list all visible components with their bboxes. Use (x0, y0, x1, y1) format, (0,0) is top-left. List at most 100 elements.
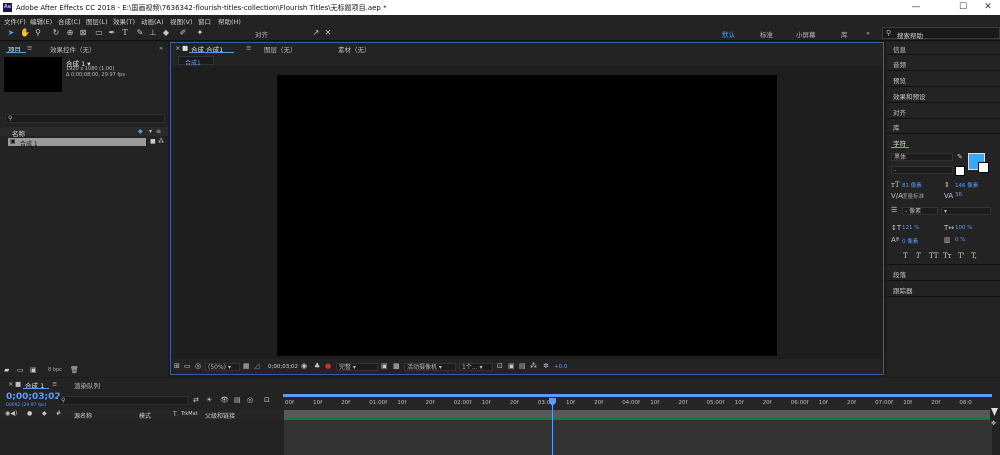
brush-tool-icon[interactable]: ✎ (135, 28, 145, 38)
resolution-dropdown[interactable]: 完整 ▾ (336, 363, 378, 371)
project-item-row[interactable]: ▣ 合成 1 (8, 138, 146, 148)
always-preview-icon[interactable]: ⊞ (174, 362, 180, 370)
timeline-icon[interactable]: ▤ (519, 362, 526, 370)
timeline-timecode[interactable]: 0;00;03;02 (6, 392, 61, 402)
project-search-input[interactable]: ⚲ (5, 114, 165, 123)
zoom-tool-icon[interactable]: ⚲ (33, 28, 43, 38)
panel-info[interactable]: 信息 (893, 44, 906, 54)
timeline-close-icon[interactable]: × (8, 380, 13, 388)
views-dropdown[interactable]: 1个... ▾ (459, 363, 493, 371)
font-family-dropdown[interactable]: 黑体 (891, 153, 953, 161)
graph-editor-icon[interactable]: ⊡ (264, 396, 270, 404)
timeline-search-input[interactable]: ⚲ (58, 396, 188, 405)
subscript-button[interactable]: T, (971, 252, 977, 260)
search-help-input[interactable]: ⚲ 搜索帮助 (882, 27, 1000, 40)
timeline-menu-icon[interactable]: ≡ (52, 380, 57, 388)
label-column-icon[interactable]: ◆ (138, 128, 143, 135)
eyedropper-icon[interactable]: ✎ (957, 153, 963, 161)
panel-libraries[interactable]: 库 (893, 122, 900, 132)
interpret-footage-icon[interactable]: ▰ (4, 366, 9, 374)
vertical-scale-value[interactable]: 121 % (902, 225, 919, 231)
comp-breadcrumb[interactable]: 合成1 (178, 56, 214, 67)
column-trkmat[interactable]: TrkMat (181, 411, 198, 417)
rotate-tool-icon[interactable]: ↻ (51, 28, 61, 38)
panel-effects-presets[interactable]: 效果和预设 (893, 91, 926, 101)
comp-timecode[interactable]: 0;00;03;02 (268, 364, 298, 370)
horizontal-scale-value[interactable]: 100 % (955, 225, 972, 231)
workspace-standard[interactable]: 标准 (760, 29, 773, 39)
transparency-grid-icon[interactable]: ▩ (393, 362, 400, 370)
tab-footage[interactable]: 素材（无） (338, 44, 371, 54)
panel-tracker[interactable]: 跟踪器 (893, 285, 913, 295)
tab-render-queue[interactable]: 渲染队列 (74, 380, 100, 390)
timeline-tracks-area[interactable] (284, 420, 992, 455)
composition-lock-icon[interactable]: ■ (182, 44, 188, 52)
shy-layers-icon[interactable]: 👁 (220, 396, 229, 404)
rectangle-tool-icon[interactable]: ▭ (94, 28, 104, 38)
exposure-icon[interactable]: ✲ (543, 362, 549, 370)
frame-blending-icon[interactable]: ▤ (234, 396, 241, 404)
mask-visibility-icon[interactable]: ◿ (254, 362, 259, 370)
stroke-width-field[interactable]: - 像素 (902, 207, 938, 215)
leading-value[interactable]: 146 像素 (955, 181, 978, 189)
panel-preview[interactable]: 预览 (893, 75, 906, 85)
roto-brush-tool-icon[interactable]: ✐ (178, 28, 188, 38)
workspace-small-screen[interactable]: 小屏幕 (796, 29, 816, 39)
pen-tool-icon[interactable]: ✒ (107, 28, 117, 38)
workspace-library[interactable]: 库 (841, 29, 848, 39)
column-parent-link[interactable]: 父级和链接 (205, 411, 235, 420)
maximize-button[interactable]: ☐ (951, 1, 975, 14)
draft-3d-icon[interactable]: ☀ (206, 396, 212, 404)
work-area-bar[interactable] (283, 394, 992, 397)
puppet-tool-icon[interactable]: ✦ (195, 28, 205, 38)
snap-edge-icon[interactable]: ↗ (311, 28, 321, 38)
clone-stamp-tool-icon[interactable]: ⊥ (148, 28, 158, 38)
camera-dropdown[interactable]: 活动摄像机 ▾ (404, 363, 456, 371)
exposure-value[interactable]: +0.0 (554, 364, 567, 370)
fast-previews-icon[interactable]: ▣ (508, 362, 515, 370)
panel-paragraph[interactable]: 段落 (893, 269, 906, 279)
workspace-default[interactable]: 默认 (722, 29, 735, 39)
column-options-icon[interactable]: ▾ (149, 128, 152, 135)
superscript-button[interactable]: T' (958, 252, 965, 260)
faux-italic-button[interactable]: T (916, 252, 921, 260)
column-source-name[interactable]: 源名称 (74, 411, 92, 420)
no-stroke-swatch[interactable] (955, 166, 965, 176)
motion-blur-icon[interactable]: ◎ (247, 396, 253, 404)
flowchart-icon[interactable]: ⁂ (530, 362, 537, 370)
column-name[interactable]: 名称 (12, 128, 25, 138)
all-caps-button[interactable]: TT (929, 252, 938, 260)
selection-tool-icon[interactable]: ➤ (6, 28, 16, 38)
comp-mini-flowchart-icon[interactable]: ⇄ (193, 396, 199, 404)
minimize-button[interactable]: — (904, 1, 928, 14)
project-overflow-button[interactable]: » (159, 44, 163, 52)
workspace-overflow-button[interactable]: » (866, 29, 870, 37)
magnification-dropdown[interactable]: (50%) ▾ (205, 363, 240, 371)
comp-canvas[interactable] (277, 75, 777, 356)
monitor-icon[interactable]: ▭ (184, 362, 191, 370)
vr-icon[interactable]: ◎ (195, 362, 201, 370)
channel-icon[interactable]: ● (325, 362, 331, 370)
comp-panel-menu-icon[interactable]: ≡ (246, 44, 251, 52)
toggle-pixel-aspect-icon[interactable]: ⊡ (497, 362, 503, 370)
project-panel-menu-icon[interactable]: ≡ (27, 44, 32, 52)
eraser-tool-icon[interactable]: ◆ (161, 28, 171, 38)
close-button[interactable]: ✕ (976, 1, 1000, 14)
show-snapshot-icon[interactable]: ♣ (314, 362, 320, 370)
font-size-value[interactable]: 81 像素 (902, 181, 922, 189)
tracking-value[interactable]: 36 (955, 192, 962, 198)
pan-behind-tool-icon[interactable]: ⊠ (78, 28, 88, 38)
panel-audio[interactable]: 音频 (893, 59, 906, 69)
region-of-interest-icon[interactable]: ▣ (381, 362, 388, 370)
grid-icon[interactable]: ▦ (243, 362, 250, 370)
tab-effect-controls[interactable]: 效果控件（无） (50, 44, 96, 54)
bit-depth-button[interactable]: 8 bpc (48, 367, 62, 373)
kerning-value[interactable]: 度量标准 (902, 192, 924, 200)
column-t[interactable]: T (173, 411, 177, 418)
camera-tool-icon[interactable]: ⊕ (65, 28, 75, 38)
snapshot-icon[interactable]: ◉ (301, 362, 307, 370)
tab-layer[interactable]: 图层（无） (264, 44, 297, 54)
hand-tool-icon[interactable]: ✋ (20, 28, 30, 38)
comp-close-icon[interactable]: × (175, 44, 180, 52)
column-mode[interactable]: 模式 (139, 411, 151, 420)
